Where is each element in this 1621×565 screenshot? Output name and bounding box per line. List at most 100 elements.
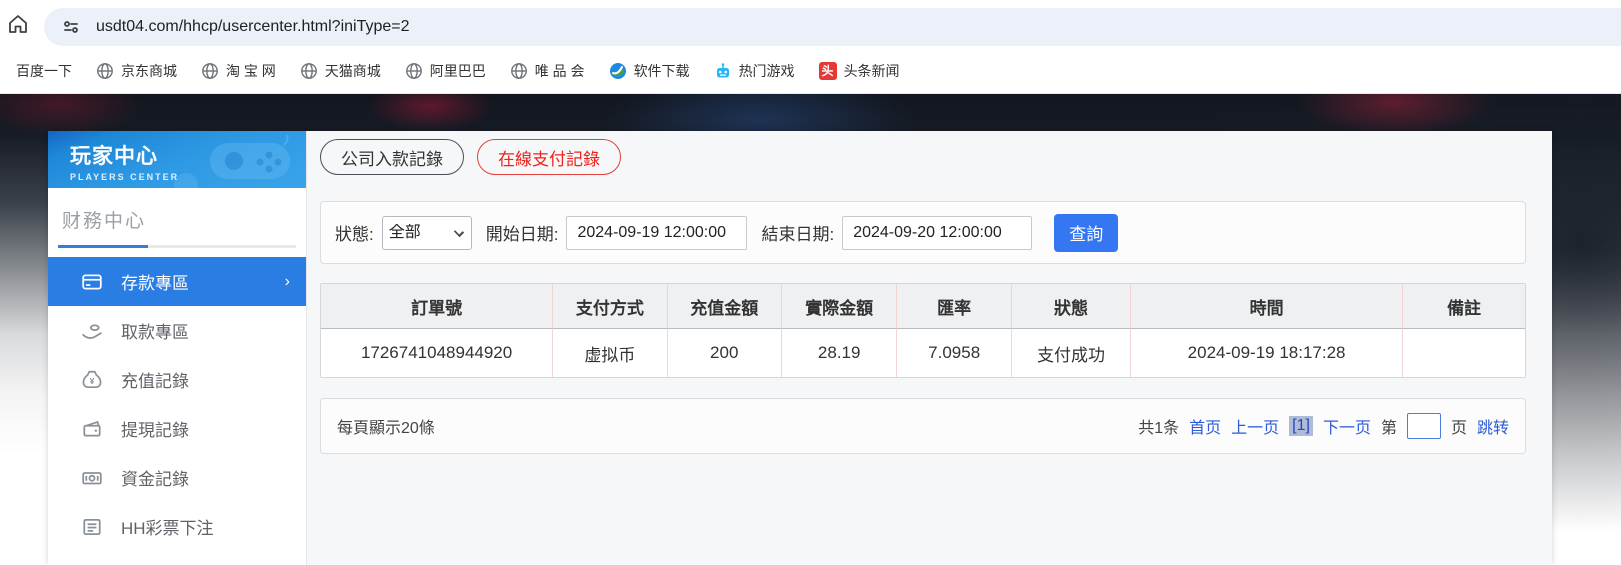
chevron-right-icon: › — [284, 272, 290, 290]
sidebar-item-label: 資金記錄 — [121, 470, 189, 489]
sidebar-item-funds-cash[interactable]: 資金記錄 — [48, 453, 306, 502]
bookmark-item[interactable]: 百度一下 — [4, 61, 84, 81]
sidebar-item-label: 充值記錄 — [121, 372, 189, 391]
home-button[interactable] — [0, 12, 36, 36]
svg-text:¥: ¥ — [90, 376, 95, 385]
sidebar: 玩家中心 PLAYERS CENTER 财務中心 存款專區 › 取款專區 ¥ 充值記錄提… — [48, 131, 307, 565]
table-cell: 7.0958 — [896, 329, 1011, 377]
robot-icon — [714, 62, 732, 80]
records-table: 訂單號 支付方式 充值金額 實際金額 匯率 狀態 時間 備註 1726741048944920… — [320, 283, 1526, 378]
bookmark-item[interactable]: 阿里巴巴 — [393, 61, 498, 81]
column-header: 狀態 — [1010, 284, 1131, 329]
browser-toolbar: usdt04.com/hhcp/usercenter.html?iniType=… — [0, 0, 1621, 48]
column-header: 時間 — [1130, 284, 1403, 329]
withdraw-hand-icon — [81, 320, 103, 342]
sidebar-item-cashout-wallet[interactable]: 提現記錄 — [48, 404, 306, 453]
url-text[interactable]: usdt04.com/hhcp/usercenter.html?iniType=… — [96, 18, 410, 36]
table-cell: 2024-09-19 18:17:28 — [1130, 329, 1403, 377]
recharge-bag-icon: ¥ — [81, 369, 103, 391]
end-date-input[interactable] — [842, 215, 1033, 250]
bookmark-item[interactable]: 唯 品 会 — [498, 61, 597, 81]
table-cell: 28.19 — [780, 329, 897, 377]
user-center-panel: 玩家中心 PLAYERS CENTER 财務中心 存款專區 › 取款專區 ¥ 充值記錄提… — [48, 131, 1552, 565]
globe-icon — [405, 62, 423, 80]
bookmark-item[interactable]: 热门游戏 — [702, 61, 807, 81]
prev-page-link[interactable]: 上一页 — [1231, 414, 1279, 438]
bookmarks-bar: 百度一下 京东商城淘 宝 网天猫商城 阿里巴巴唯 品 会软件下载 热门游戏头头条新闻 — [0, 48, 1621, 94]
page-number-input[interactable] — [1406, 413, 1441, 439]
jump-button[interactable]: 跳转 — [1477, 414, 1509, 438]
table-header-row: 訂單號 支付方式 充值金額 實際金額 匯率 狀態 時間 備註 — [321, 284, 1525, 329]
column-header: 備註 — [1402, 284, 1525, 329]
bookmark-label: 天猫商城 — [324, 62, 381, 79]
sidebar-item-lottery-list[interactable]: HH彩票下注 — [48, 502, 306, 551]
software-icon — [609, 62, 627, 80]
sidebar-section: 财務中心 — [48, 188, 306, 248]
sidebar-header: 玩家中心 PLAYERS CENTER — [48, 131, 306, 188]
jump-prefix-label: 第 — [1380, 420, 1397, 437]
record-tabs: 公司入款記錄 在線支付記錄 — [320, 139, 1526, 175]
tab-company-deposit-records[interactable]: 公司入款記錄 — [320, 139, 464, 175]
finance-center-label: 财務中心 — [62, 211, 147, 232]
main-content: 公司入款記錄 在線支付記錄 狀態: 全部 開始日期: 結束日期: 查詢 訂單號支… — [307, 131, 1552, 565]
funds-cash-icon — [81, 467, 103, 489]
start-date-label: 開始日期: — [485, 225, 559, 244]
bookmark-label: 头条新闻 — [843, 62, 900, 79]
bookmark-item[interactable]: 天猫商城 — [288, 61, 393, 81]
column-header: 實際金額 — [780, 284, 897, 329]
sidebar-item-deposit-card[interactable]: 存款專區 › — [48, 257, 306, 306]
sidebar-item-label: 提現記錄 — [121, 421, 189, 440]
gamepad-icon — [174, 134, 290, 188]
bookmark-label: 唯 品 会 — [534, 62, 585, 79]
current-page-indicator: [1] — [1289, 416, 1313, 436]
status-select[interactable]: 全部 — [381, 215, 472, 250]
globe-icon — [96, 62, 114, 80]
sidebar-item-label: 取款專區 — [121, 323, 189, 342]
globe-icon — [201, 62, 219, 80]
table-body: 1726741048944920 虚拟币 200 28.19 7.0958 支付成功 202… — [321, 329, 1525, 377]
column-header: 支付方式 — [552, 284, 667, 329]
sidebar-item-withdraw-hand[interactable]: 取款專區 — [48, 306, 306, 355]
lottery-list-icon — [81, 516, 103, 538]
sidebar-item-label: HH彩票下注 — [121, 519, 214, 538]
address-bar[interactable]: usdt04.com/hhcp/usercenter.html?iniType=… — [44, 7, 1621, 46]
sidebar-item-recharge-bag[interactable]: ¥ 充值記錄 — [48, 355, 306, 404]
start-date-input[interactable] — [566, 215, 748, 250]
first-page-link[interactable]: 首页 — [1189, 414, 1221, 438]
next-page-link[interactable]: 下一页 — [1323, 414, 1371, 438]
toutiao-icon: 头 — [818, 61, 837, 80]
bookmark-item[interactable]: 淘 宝 网 — [189, 61, 288, 81]
bookmark-item[interactable]: 京东商城 — [84, 61, 189, 81]
bookmark-label: 软件下载 — [633, 62, 690, 79]
table-cell — [1402, 329, 1525, 377]
filter-bar: 狀態: 全部 開始日期: 結束日期: 查詢 — [320, 201, 1526, 264]
deposit-card-icon — [81, 271, 103, 293]
tab-online-payment-records[interactable]: 在線支付記錄 — [477, 139, 621, 175]
home-icon — [9, 15, 27, 33]
end-date-label: 結束日期: — [761, 225, 835, 244]
column-header: 匯率 — [896, 284, 1011, 329]
column-header: 充值金額 — [666, 284, 781, 329]
pagination-controls: 共1条 首页 上一页 [1] 下一页 第 页 跳转 — [1138, 413, 1509, 439]
bookmark-label: 热门游戏 — [738, 62, 795, 79]
query-button[interactable]: 查詢 — [1054, 213, 1119, 252]
jump-suffix-label: 页 — [1450, 420, 1467, 437]
page-size-text: 每頁顯示20條 — [337, 420, 435, 437]
tune-icon[interactable] — [58, 14, 84, 40]
pagination-bar: 每頁顯示20條 共1条 首页 上一页 [1] 下一页 第 页 跳转 — [320, 398, 1526, 454]
status-select-wrap: 全部 — [381, 215, 472, 250]
table-cell: 虚拟币 — [552, 329, 667, 377]
bookmark-label: 百度一下 — [16, 62, 72, 79]
bookmark-label: 淘 宝 网 — [226, 62, 276, 79]
cashout-wallet-icon — [81, 418, 103, 440]
bookmark-item[interactable]: 头头条新闻 — [807, 61, 912, 81]
table-cell: 支付成功 — [1010, 329, 1131, 377]
globe-icon — [510, 62, 528, 80]
column-header: 訂單號 — [321, 284, 553, 329]
bookmark-item[interactable]: 软件下载 — [597, 61, 702, 81]
section-underline — [58, 245, 296, 248]
records-table-container: 訂單號 支付方式 充值金額 實際金額 匯率 狀態 時間 備註 1726741048944920… — [320, 283, 1526, 378]
sidebar-menu: 存款專區 › 取款專區 ¥ 充值記錄提現記錄資金記錄 HH彩票下注 — [48, 257, 306, 551]
table-cell: 1726741048944920 — [321, 329, 553, 377]
total-count-text: 共1条 — [1138, 420, 1180, 437]
